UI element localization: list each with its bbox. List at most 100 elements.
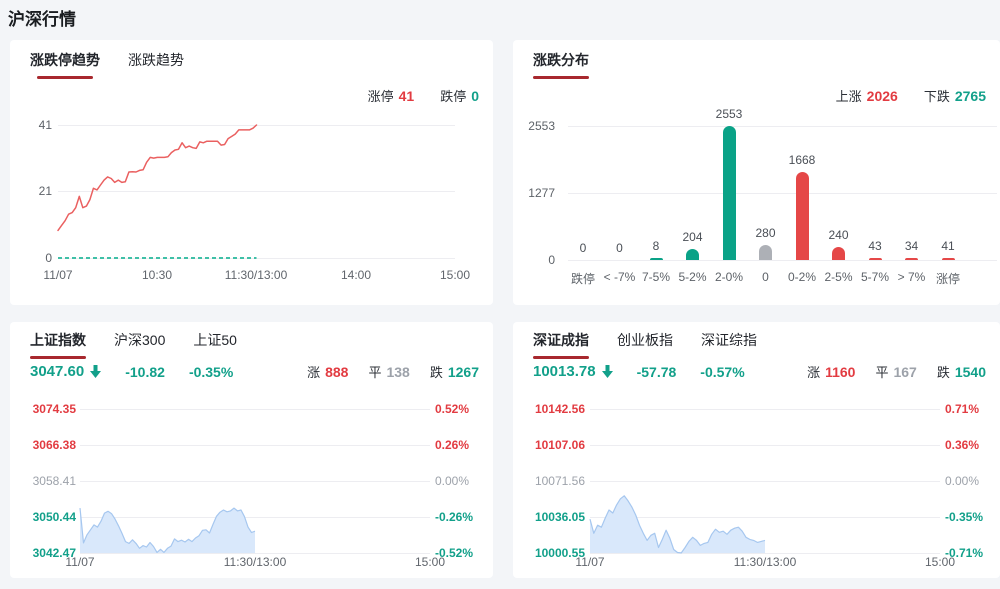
down-count: 跌 1267	[430, 362, 479, 381]
sz-index-area-chart[interactable]	[589, 409, 940, 554]
tab-distribution[interactable]: 涨跌分布	[533, 50, 589, 79]
distribution-bar[interactable]	[722, 126, 736, 260]
price-text: 10013.78	[533, 363, 596, 380]
bar-category-label: 涨停	[935, 272, 960, 286]
stat-label: 跌	[936, 365, 950, 380]
tab-label: 上证指数	[30, 332, 86, 348]
stat-label: 涨	[807, 365, 821, 380]
y-axis-tick: 41	[38, 118, 52, 132]
panel-sz-index: 深证成指 创业板指 深证综指 10013.78 -57.78 -0.57% 涨1…	[513, 322, 1000, 578]
distribution-bar[interactable]	[649, 257, 663, 260]
gridline	[568, 126, 997, 127]
tab-chinext[interactable]: 创业板指	[617, 330, 673, 359]
price-axis-tick: 3066.38	[32, 438, 76, 452]
panel-limit-trend: 涨跌停趋势 涨跌趋势 涨停 41 跌停 0 41 21 0 11/07 10:30 …	[10, 40, 493, 305]
distribution-bar[interactable]	[686, 249, 699, 260]
flat-count: 平 138	[368, 362, 409, 381]
stat-value: 41	[398, 88, 415, 104]
pct-axis-tick: 0.00%	[945, 474, 980, 488]
tab-label: 上证50	[193, 332, 237, 348]
tab-label: 涨跌趋势	[128, 52, 184, 68]
bar-value-label: 8	[652, 238, 660, 253]
gridline	[568, 193, 997, 194]
price-axis-tick: 3058.41	[32, 474, 76, 488]
down-arrow-icon	[90, 365, 102, 378]
sz-breadth-stats: 涨 1160 平 167 跌 1540	[807, 362, 986, 381]
x-axis-tick: 11:30/13:00	[223, 555, 287, 569]
distribution-stats: 上涨 2026 下跌 2765	[836, 86, 986, 105]
market-dashboard: 沪深行情 涨跌停趋势 涨跌趋势 涨停 41 跌停 0 41 21 0 11/07 1…	[0, 0, 1000, 589]
tab-sse50[interactable]: 上证50	[193, 330, 237, 359]
x-axis-tick: 15:00	[439, 268, 471, 282]
sh-index-area-chart[interactable]	[79, 409, 430, 554]
tab-limit-trend[interactable]: 涨跌停趋势	[30, 50, 100, 79]
bar-value-label: 43	[868, 238, 882, 253]
stat-value: 888	[325, 364, 349, 380]
page-title: 沪深行情	[8, 10, 76, 29]
sz-quote-row: 10013.78 -57.78 -0.57% 涨 1160 平 167 跌 1540	[533, 362, 986, 381]
distribution-bar[interactable]	[868, 257, 882, 260]
tab-bar-sh: 上证指数 沪深300 上证50	[30, 330, 237, 359]
price-axis-tick: 10071.56	[534, 474, 585, 488]
price-text: 3047.60	[30, 363, 85, 380]
tab-szse-component[interactable]: 深证成指	[533, 330, 589, 359]
tab-szse-composite[interactable]: 深证综指	[701, 330, 757, 359]
pct-axis-tick: -0.35%	[945, 510, 984, 524]
x-axis-tick: 11:30/13:00	[224, 268, 288, 282]
sh-change: -10.82	[125, 363, 165, 380]
x-axis-tick: 11/07	[43, 268, 73, 282]
sh-last-price: 3047.60	[30, 363, 102, 380]
limit-up-stat: 涨停 41	[368, 86, 415, 105]
tab-updown-trend[interactable]: 涨跌趋势	[128, 50, 184, 79]
stat-label: 平	[368, 365, 382, 380]
sz-last-price: 10013.78	[533, 363, 613, 380]
sh-quote-row: 3047.60 -10.82 -0.35% 涨 888 平 138 跌 1267	[30, 362, 479, 381]
price-axis-tick: 10142.56	[534, 402, 585, 416]
tab-label: 创业板指	[617, 332, 673, 348]
down-count: 跌 1540	[937, 362, 986, 381]
tab-bar-limit-trend: 涨跌停趋势 涨跌趋势	[30, 50, 184, 79]
pct-axis-tick: 0.71%	[945, 402, 980, 416]
limit-trend-line-chart[interactable]	[57, 124, 455, 259]
stat-value: 2765	[954, 88, 986, 104]
tab-label: 深证成指	[533, 332, 589, 348]
tab-sse-composite[interactable]: 上证指数	[30, 330, 86, 359]
y-axis-tick: 21	[38, 184, 52, 198]
stat-value: 167	[893, 364, 917, 380]
distribution-bar[interactable]	[795, 172, 809, 260]
distribution-bar[interactable]	[759, 245, 772, 260]
price-axis-tick: 3050.44	[32, 510, 76, 524]
pct-axis-tick: 0.00%	[435, 474, 470, 488]
bar-value-label: 1668	[788, 153, 816, 168]
stat-label: 跌停	[440, 89, 467, 104]
y-axis-tick: 1277	[528, 186, 555, 200]
tab-csi300[interactable]: 沪深300	[114, 330, 165, 359]
tab-label: 涨跌停趋势	[30, 52, 100, 68]
panel-distribution: 涨跌分布 上涨 2026 下跌 2765 2553 1277 0 0 跌停 0 < -7%…	[513, 40, 1000, 305]
bar-value-label: 280	[755, 226, 776, 241]
distribution-bar[interactable]	[832, 247, 845, 260]
price-axis-tick: 10107.06	[534, 438, 585, 452]
stat-value: 1267	[447, 364, 479, 380]
tab-label: 涨跌分布	[533, 52, 589, 68]
bar-value-label: 0	[579, 241, 587, 255]
tab-bar-distribution: 涨跌分布	[533, 50, 589, 79]
x-axis-tick: 14:00	[340, 268, 372, 282]
decliners-stat: 下跌 2765	[924, 86, 986, 105]
sz-change: -57.78	[636, 363, 677, 380]
gridline	[568, 260, 997, 261]
x-axis-tick: 11:30/13:00	[733, 555, 797, 569]
x-axis-tick: 15:00	[414, 555, 446, 569]
x-axis-tick: 15:00	[924, 555, 956, 569]
panel-sh-index: 上证指数 沪深300 上证50 3047.60 -10.82 -0.35% 涨8…	[10, 322, 493, 578]
tab-label: 沪深300	[114, 332, 166, 348]
sh-quote: 3047.60 -10.82 -0.35%	[30, 363, 233, 380]
pct-axis-tick: 0.26%	[435, 438, 470, 452]
distribution-bar[interactable]	[941, 257, 955, 260]
pct-axis-tick: -0.26%	[435, 510, 474, 524]
distribution-bar[interactable]	[905, 257, 918, 260]
pct-axis-tick: 0.52%	[435, 402, 470, 416]
sz-change-pct: -0.57%	[700, 363, 745, 380]
stat-label: 上涨	[835, 89, 862, 104]
stat-label: 跌	[429, 365, 443, 380]
